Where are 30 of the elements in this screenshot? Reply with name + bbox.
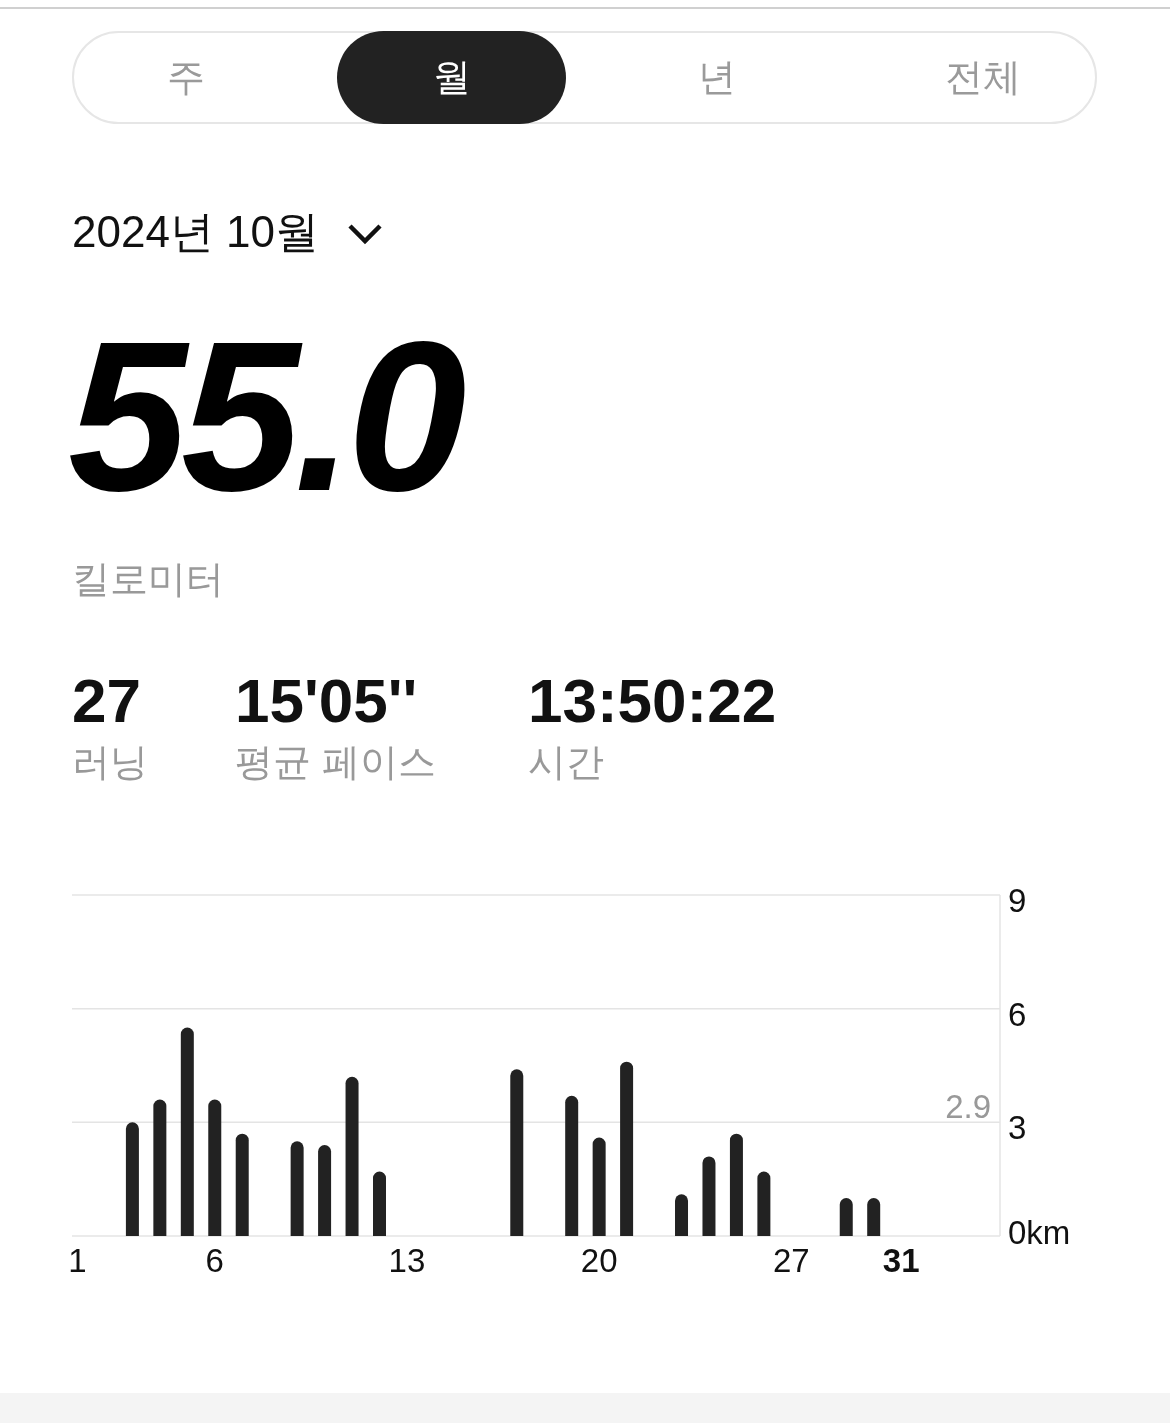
- bar: [373, 1171, 386, 1236]
- period-tab[interactable]: 년: [602, 31, 832, 124]
- x-axis-label: 1: [68, 1242, 87, 1279]
- month-selector[interactable]: 2024년 10월: [72, 206, 384, 258]
- x-axis-label: 27: [773, 1242, 810, 1279]
- y-axis-label: 3: [1008, 1109, 1027, 1147]
- stat-label: 러닝: [72, 740, 148, 785]
- bar: [675, 1194, 688, 1236]
- period-tab[interactable]: 월: [337, 31, 567, 124]
- stat-value: 15'05'': [235, 667, 418, 735]
- x-axis-label: 6: [205, 1242, 224, 1279]
- total-distance: 55.0: [68, 316, 461, 516]
- bar: [839, 1198, 853, 1236]
- period-tab[interactable]: 주: [71, 31, 301, 124]
- bar: [757, 1171, 771, 1236]
- y-axis-label: 6: [1008, 995, 1027, 1033]
- stat-label: 시간: [528, 740, 604, 785]
- average-label: 2.9: [945, 1088, 991, 1126]
- x-axis-label: 31: [882, 1242, 920, 1279]
- stat-value: 27: [72, 667, 141, 735]
- period-tab[interactable]: 전체: [868, 31, 1098, 124]
- x-axis-label: 13: [388, 1242, 426, 1279]
- bar: [867, 1198, 881, 1236]
- stat-label: 평균 페이스: [235, 740, 436, 785]
- distance-unit: 킬로미터: [72, 557, 224, 602]
- y-axis-label: 0km: [1008, 1214, 1071, 1251]
- stat-value: 13:50:22: [528, 667, 777, 735]
- x-axis-label: 20: [580, 1242, 618, 1279]
- chevron-down-icon: [347, 223, 384, 245]
- y-axis-label: 9: [1008, 882, 1027, 919]
